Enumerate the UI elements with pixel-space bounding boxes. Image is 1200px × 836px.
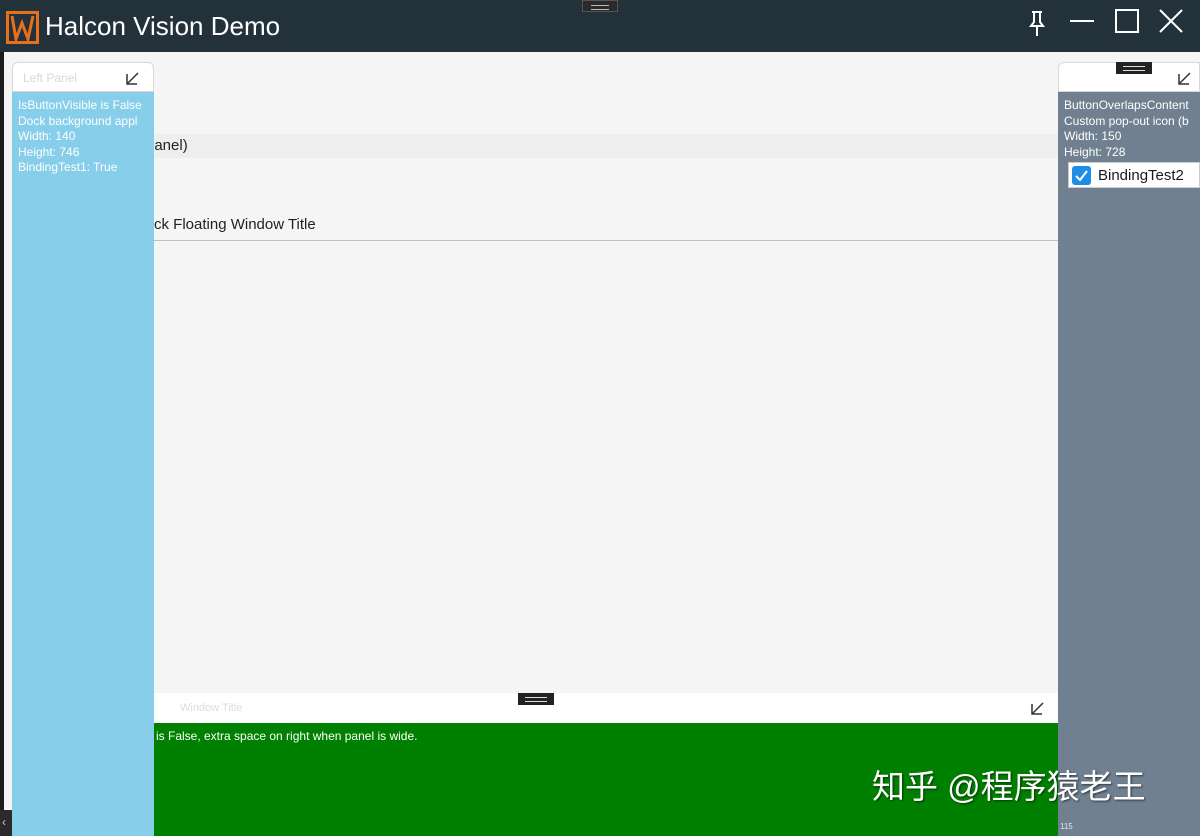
left-panel-line: Height: 746 [18, 144, 80, 159]
binding-test2-checkbox[interactable]: BindingTest2 [1068, 162, 1200, 188]
left-dock-panel: Left Panel IsButtonVisible is False Dock… [12, 62, 154, 836]
close-button[interactable] [1151, 6, 1191, 42]
checkbox-label: BindingTest2 [1098, 167, 1184, 184]
app-title: Halcon Vision Demo [45, 11, 281, 41]
bottom-panel-text: is False, extra space on right when pane… [156, 729, 418, 743]
left-panel-line: Width: 140 [18, 129, 76, 143]
halcon-logo-icon [6, 11, 39, 44]
custom-popout-icon [1178, 72, 1191, 85]
title-divider [150, 240, 1060, 241]
pin-button[interactable] [1017, 6, 1057, 42]
left-popout-button[interactable] [123, 68, 143, 88]
checkbox-checked-icon [1072, 166, 1091, 185]
panel-header-row [150, 134, 1060, 158]
right-panel-footer: 115 [1058, 820, 1200, 836]
left-panel-line: BindingTest1: True [18, 160, 118, 174]
chevron-left-icon[interactable]: ‹ [2, 815, 6, 829]
dock-grip-right[interactable] [1116, 62, 1152, 74]
maximize-button[interactable] [1107, 6, 1147, 42]
bottom-panel-title: Window Title [180, 702, 243, 714]
bottom-popout-button[interactable] [1028, 698, 1048, 718]
left-panel-line: Dock background appl [18, 113, 138, 128]
minimize-icon [1070, 20, 1094, 22]
right-panel-line: Custom pop-out icon (b [1064, 113, 1189, 128]
dock-grip-bottom[interactable] [518, 693, 554, 705]
right-panel-line: ButtonOverlapsContent [1064, 98, 1189, 112]
left-panel-header: Left Panel [12, 62, 154, 92]
watermark: 知乎 @程序猿老王 [872, 768, 1146, 805]
popout-icon [1031, 702, 1044, 715]
right-popout-button[interactable] [1175, 68, 1195, 88]
right-footer-text: 115 [1060, 822, 1073, 831]
popout-icon [126, 72, 139, 85]
bottom-panel-header: Window Title [150, 693, 1060, 723]
right-panel-line: Height: 728 [1064, 144, 1126, 159]
left-edge-strip: ‹ [0, 810, 12, 836]
floating-window-title: ck Floating Window Title [154, 216, 316, 233]
right-panel-line: Width: 150 [1064, 129, 1122, 143]
close-icon [1159, 9, 1183, 33]
left-panel-title: Left Panel [23, 71, 78, 85]
minimize-button[interactable] [1062, 6, 1102, 42]
maximize-icon [1115, 9, 1139, 33]
left-panel-content: IsButtonVisible is False Dock background… [12, 92, 154, 836]
dock-grip-top[interactable] [582, 0, 618, 12]
right-dock-panel: ButtonOverlapsContent Custom pop-out ico… [1058, 62, 1200, 836]
pin-icon [1029, 11, 1045, 36]
left-panel-line: IsButtonVisible is False [18, 98, 142, 112]
right-panel-content: ButtonOverlapsContent Custom pop-out ico… [1058, 92, 1200, 820]
